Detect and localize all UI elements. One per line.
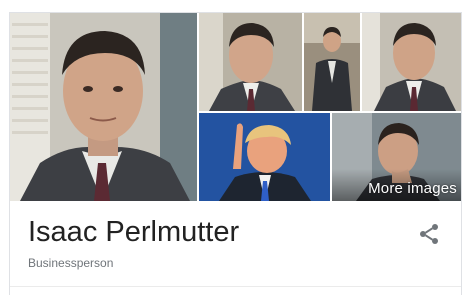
portrait-photo: [199, 113, 330, 201]
entity-title: Isaac Perlmutter: [28, 216, 240, 248]
image-tile-more[interactable]: More images: [332, 113, 461, 201]
knowledge-panel: More images Isaac Perlmutter Businessper…: [9, 12, 462, 295]
portrait-photo: [10, 13, 197, 201]
portrait-photo: [304, 13, 360, 111]
image-tile-3[interactable]: [304, 13, 360, 111]
share-icon: [420, 224, 438, 244]
portrait-photo: [199, 13, 302, 111]
entity-subtitle: Businessperson: [28, 256, 114, 270]
image-tile-4[interactable]: [362, 13, 461, 111]
portrait-photo: [362, 13, 461, 111]
image-tile-main[interactable]: [10, 13, 197, 201]
share-button[interactable]: [417, 222, 441, 246]
more-images-label[interactable]: More images: [368, 180, 457, 197]
image-tile-5[interactable]: [199, 113, 330, 201]
image-tile-2[interactable]: [199, 13, 302, 111]
divider: [10, 286, 461, 287]
